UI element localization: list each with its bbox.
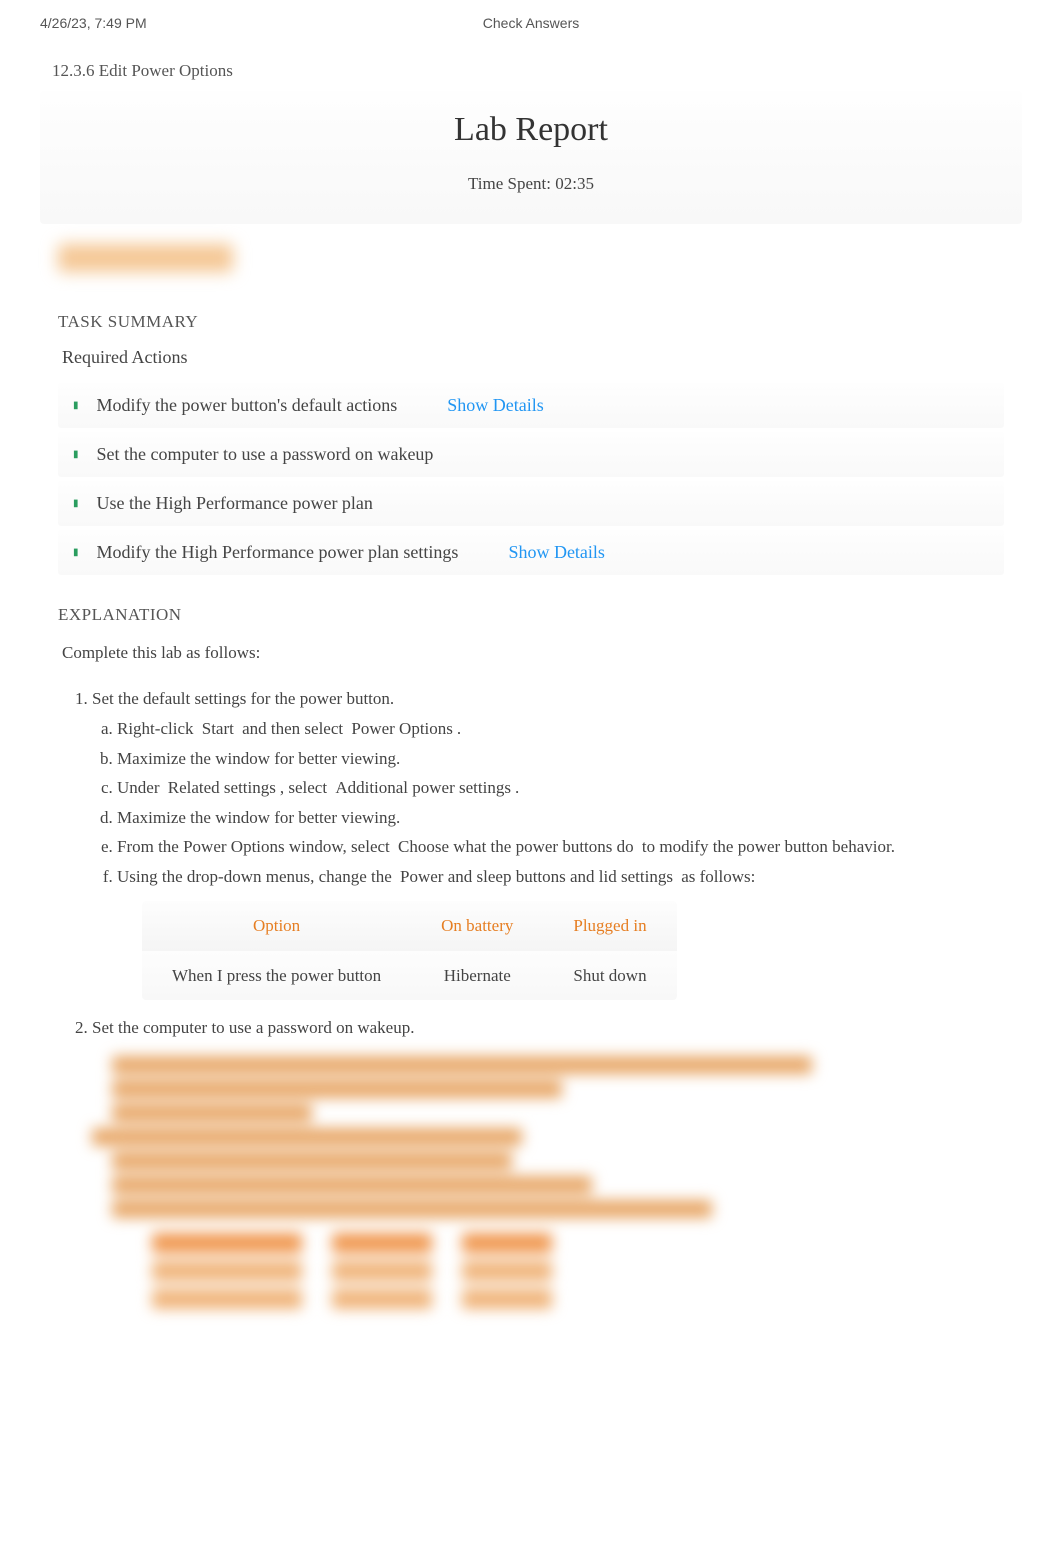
action-row: ▮ Use the High Performance power plan	[58, 481, 1004, 526]
table-header: On battery	[411, 901, 543, 951]
action-text: Use the High Performance power plan	[97, 493, 373, 514]
explanation-heading: EXPLANATION	[58, 605, 1022, 625]
check-icon: ▮	[73, 498, 79, 509]
show-details-link[interactable]: Show Details	[508, 542, 605, 563]
options-table-1: Option On battery Plugged in When I pres…	[142, 901, 677, 1000]
required-actions-label: Required Actions	[62, 347, 1022, 368]
blurred-content	[62, 1056, 1000, 1309]
action-text: Modify the power button's default action…	[97, 395, 398, 416]
step-1-title: Set the default settings for the power b…	[92, 689, 394, 708]
page-title-header: Check Answers	[483, 15, 579, 31]
step-1c: Under Related settings, select Additiona…	[117, 775, 1000, 801]
step-1e: From the Power Options window, select Ch…	[117, 834, 1000, 860]
check-icon: ▮	[73, 400, 79, 411]
breadcrumb: 12.3.6 Edit Power Options	[52, 61, 1022, 81]
table-cell: Hibernate	[411, 951, 543, 1001]
explanation-intro: Complete this lab as follows:	[62, 640, 1000, 666]
action-text: Modify the High Performance power plan s…	[97, 542, 459, 563]
score-blurred	[58, 244, 233, 272]
check-icon: ▮	[73, 547, 79, 558]
time-spent: Time Spent: 02:35	[50, 174, 1012, 194]
table-cell: When I press the power button	[142, 951, 411, 1001]
timestamp: 4/26/23, 7:49 PM	[40, 15, 147, 31]
action-row: ▮ Modify the power button's default acti…	[58, 383, 1004, 428]
table-header: Plugged in	[543, 901, 676, 951]
step-1: Set the default settings for the power b…	[92, 686, 1000, 1001]
action-row: ▮ Modify the High Performance power plan…	[58, 530, 1004, 575]
task-summary-heading: TASK SUMMARY	[58, 312, 1022, 332]
step-2: Set the computer to use a password on wa…	[92, 1015, 1000, 1041]
step-1a: Right-click Start and then select Power …	[117, 716, 1000, 742]
table-header: Option	[142, 901, 411, 951]
check-icon: ▮	[73, 449, 79, 460]
step-1b: Maximize the window for better viewing.	[117, 746, 1000, 772]
report-header: Lab Report Time Spent: 02:35	[40, 91, 1022, 224]
step-1f: Using the drop-down menus, change the Po…	[117, 864, 1000, 1001]
step-1d: Maximize the window for better viewing.	[117, 805, 1000, 831]
explanation-body: Complete this lab as follows: Set the de…	[62, 640, 1000, 1041]
step-2-title: Set the computer to use a password on wa…	[92, 1018, 414, 1037]
report-title: Lab Report	[50, 111, 1012, 149]
action-text: Set the computer to use a password on wa…	[97, 444, 434, 465]
action-row: ▮ Set the computer to use a password on …	[58, 432, 1004, 477]
table-cell: Shut down	[543, 951, 676, 1001]
show-details-link[interactable]: Show Details	[447, 395, 544, 416]
